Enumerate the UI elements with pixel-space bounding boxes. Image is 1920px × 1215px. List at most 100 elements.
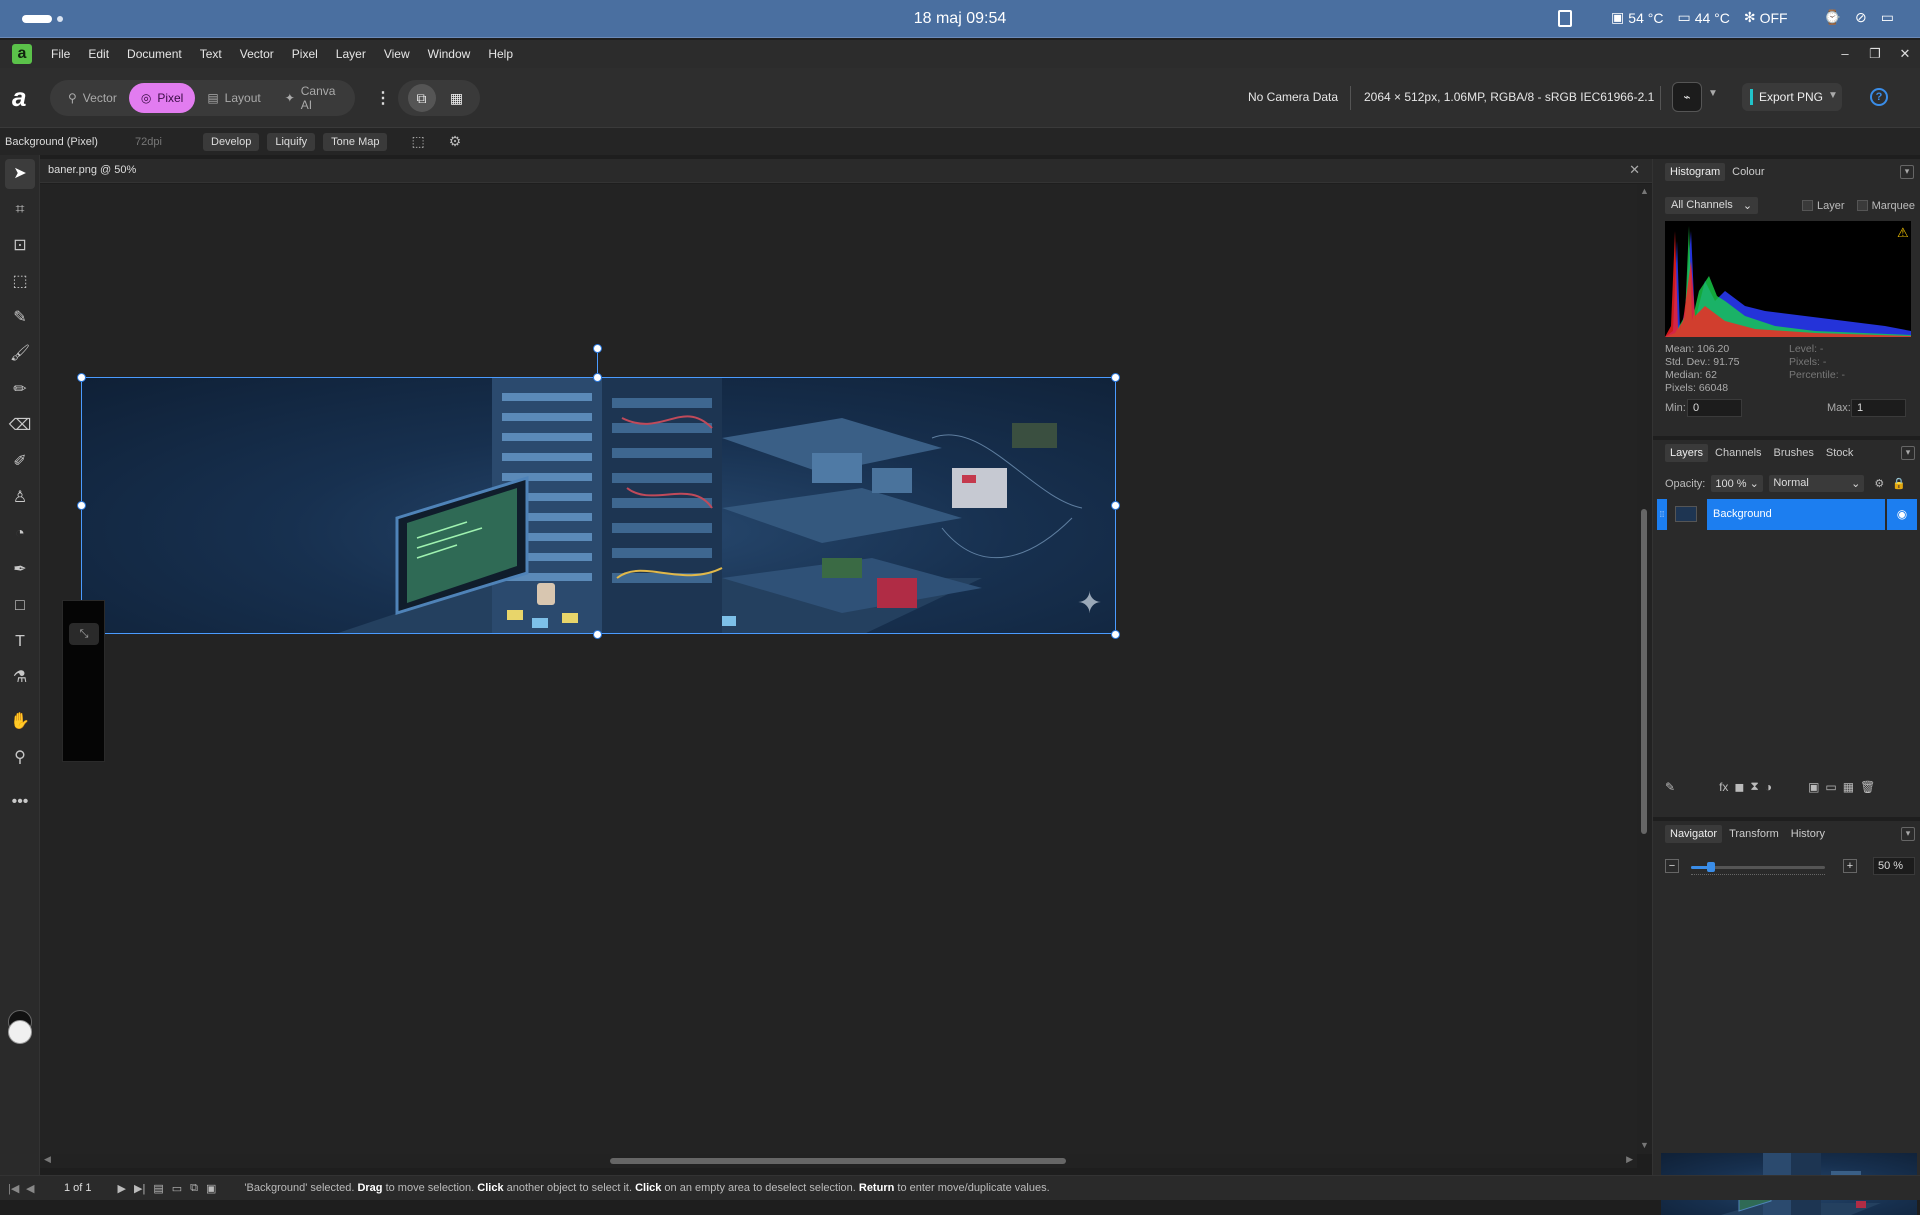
paint-brush-icon[interactable]: 🖌 xyxy=(5,339,35,369)
restore-icon[interactable]: ❐ xyxy=(1860,40,1890,68)
zoom-slider-knob[interactable] xyxy=(1707,862,1716,872)
layer-checkbox-box[interactable] xyxy=(1802,200,1814,211)
zoom-in-icon[interactable]: + xyxy=(1843,859,1857,873)
crop-tool-icon[interactable]: ⌗ xyxy=(5,195,35,225)
marquee-checkbox[interactable]: Marquee xyxy=(1856,200,1915,212)
tab-histogram[interactable]: Histogram xyxy=(1665,163,1726,181)
adjustment-icon[interactable]: ⧗ xyxy=(1750,779,1758,794)
spread-view-icon[interactable]: ▭ xyxy=(172,1182,182,1195)
zoom-tool-icon[interactable]: ⚲ xyxy=(5,743,35,773)
persona-pixel[interactable]: ◎ Pixel xyxy=(128,83,196,113)
tone-map-button[interactable]: Tone Map xyxy=(323,132,388,151)
resize-handle-top[interactable] xyxy=(593,373,602,382)
tab-stock[interactable]: Stock xyxy=(1821,444,1859,462)
view-tool-icon[interactable]: ⊡ xyxy=(5,231,35,261)
visibility-eye-icon[interactable]: ◉ xyxy=(1887,499,1917,530)
more-tools-icon[interactable]: ••• xyxy=(5,787,35,817)
snapping-icon[interactable]: ⌁ xyxy=(1672,82,1702,112)
dodge-icon[interactable]: ◔ xyxy=(5,519,35,549)
blend-mode-select[interactable]: Normal ⌄ xyxy=(1769,475,1865,492)
notification-icon[interactable]: ⌚ xyxy=(1824,9,1841,26)
workspace-indicator[interactable] xyxy=(22,15,52,23)
banner-image[interactable]: ✦ xyxy=(81,377,1116,634)
close-document-icon[interactable]: ✕ xyxy=(1629,162,1640,178)
mask-icon[interactable]: ◼ xyxy=(1734,780,1744,794)
vertical-scrollbar[interactable]: ▲ ▼ xyxy=(1637,184,1652,1154)
scroll-left-icon[interactable]: ◀ xyxy=(44,1154,51,1165)
panel-collapse-icon[interactable]: ▾ xyxy=(1900,165,1914,179)
pen-tool-icon[interactable]: ✒ xyxy=(5,555,35,585)
prev-page-icon[interactable]: ◀ xyxy=(26,1182,34,1195)
document-tab[interactable]: baner.png @ 50% ✕ xyxy=(40,159,1652,183)
menu-layer[interactable]: Layer xyxy=(327,47,375,61)
more-options-icon[interactable]: ⋮ xyxy=(375,88,391,108)
max-input[interactable]: 1 xyxy=(1851,399,1906,417)
resize-handle-top-right[interactable] xyxy=(1111,373,1120,382)
persona-canva-ai[interactable]: ✦ Canva AI xyxy=(273,83,355,113)
layer-name[interactable]: Background xyxy=(1707,499,1885,530)
lock-icon[interactable]: 🔒 xyxy=(1892,477,1906,490)
settings-gear-icon[interactable]: ⚙ xyxy=(449,133,462,150)
color-picker-icon[interactable]: ⚗ xyxy=(5,663,35,693)
resize-handle-left[interactable] xyxy=(77,501,86,510)
page-view-icon[interactable]: ▤ xyxy=(153,1182,163,1195)
tab-history[interactable]: History xyxy=(1786,825,1830,843)
opacity-input[interactable]: 100 % ⌄ xyxy=(1711,475,1764,492)
resize-handle-right[interactable] xyxy=(1111,501,1120,510)
menu-vector[interactable]: Vector xyxy=(231,47,283,61)
vertical-scroll-thumb[interactable] xyxy=(1641,509,1647,834)
page-duplicate-icon[interactable]: ⧉ xyxy=(190,1182,198,1195)
canvas-area[interactable] xyxy=(40,184,1637,1154)
snapping-dropdown-icon[interactable]: ▼ xyxy=(1708,88,1718,99)
first-page-icon[interactable]: |◀ xyxy=(8,1182,19,1195)
fx-icon[interactable]: fx xyxy=(1719,780,1728,794)
persona-vector[interactable]: ⚲ Vector xyxy=(56,83,129,113)
panel-collapse-icon[interactable]: ▾ xyxy=(1901,827,1915,841)
pencil-icon[interactable]: ✏ xyxy=(5,375,35,405)
menu-help[interactable]: Help xyxy=(479,47,522,61)
live-filter-icon[interactable]: ◑ xyxy=(1765,780,1772,794)
layer-checkbox[interactable]: Layer xyxy=(1802,200,1845,212)
horizontal-scrollbar[interactable]: ◀ ▶ xyxy=(40,1154,1637,1168)
menu-file[interactable]: File xyxy=(42,47,79,61)
grid-apps-icon[interactable]: ▦ xyxy=(443,84,471,112)
workspace-dot[interactable] xyxy=(57,16,63,22)
menu-view[interactable]: View xyxy=(375,47,419,61)
menu-document[interactable]: Document xyxy=(118,47,191,61)
hand-tool-icon[interactable]: ✋ xyxy=(5,707,35,737)
layer-row[interactable]: ⁞⁞ Background ◉ xyxy=(1653,499,1920,530)
affinity-a-logo-icon[interactable]: a xyxy=(12,84,38,110)
layer-settings-gear-icon[interactable]: ⚙ xyxy=(1874,477,1884,490)
resize-handle-bottom[interactable] xyxy=(593,630,602,639)
minimize-icon[interactable]: – xyxy=(1830,40,1860,68)
zoom-value-input[interactable]: 50 % xyxy=(1873,857,1915,875)
liquify-button[interactable]: Liquify xyxy=(267,132,316,151)
studio-link-icon[interactable]: ⧉ xyxy=(407,84,436,112)
transparency-icon[interactable]: ▦ xyxy=(1843,780,1854,794)
export-dropdown-icon[interactable]: ▼ xyxy=(1828,90,1838,101)
menu-text[interactable]: Text xyxy=(191,47,231,61)
zoom-out-icon[interactable]: − xyxy=(1665,859,1679,873)
secondary-color-swatch[interactable] xyxy=(8,1020,32,1044)
panel-collapse-icon[interactable]: ▾ xyxy=(1901,446,1915,460)
edit-layer-icon[interactable]: ✎ xyxy=(1665,780,1675,794)
menu-edit[interactable]: Edit xyxy=(79,47,118,61)
help-icon[interactable]: ? xyxy=(1870,88,1888,106)
last-page-icon[interactable]: ▶| xyxy=(134,1182,145,1195)
selection-brush-icon[interactable]: ✎ xyxy=(5,303,35,333)
channel-select[interactable]: All Channels ⌄ xyxy=(1665,197,1759,214)
clone-stamp-icon[interactable]: ♙ xyxy=(5,483,35,513)
add-pixel-layer-icon[interactable]: ▣ xyxy=(1808,780,1819,794)
tab-colour[interactable]: Colour xyxy=(1727,163,1769,181)
marquee-tool-icon[interactable]: ⬚ xyxy=(5,267,35,297)
text-tool-icon[interactable]: T xyxy=(5,627,35,657)
menu-pixel[interactable]: Pixel xyxy=(283,47,327,61)
clipping-warning-icon[interactable]: ⚠ xyxy=(1897,226,1909,241)
selection-grid-icon[interactable]: ⬚ xyxy=(411,133,424,150)
retouch-brush-icon[interactable]: ✐ xyxy=(5,447,35,477)
delete-layer-icon[interactable]: 🗑 xyxy=(1860,780,1875,794)
rotation-handle[interactable] xyxy=(593,344,602,353)
persona-layout[interactable]: ▤ Layout xyxy=(195,83,272,113)
network-off-icon[interactable]: ⊘ xyxy=(1855,9,1867,26)
scroll-up-icon[interactable]: ▲ xyxy=(1640,186,1649,196)
